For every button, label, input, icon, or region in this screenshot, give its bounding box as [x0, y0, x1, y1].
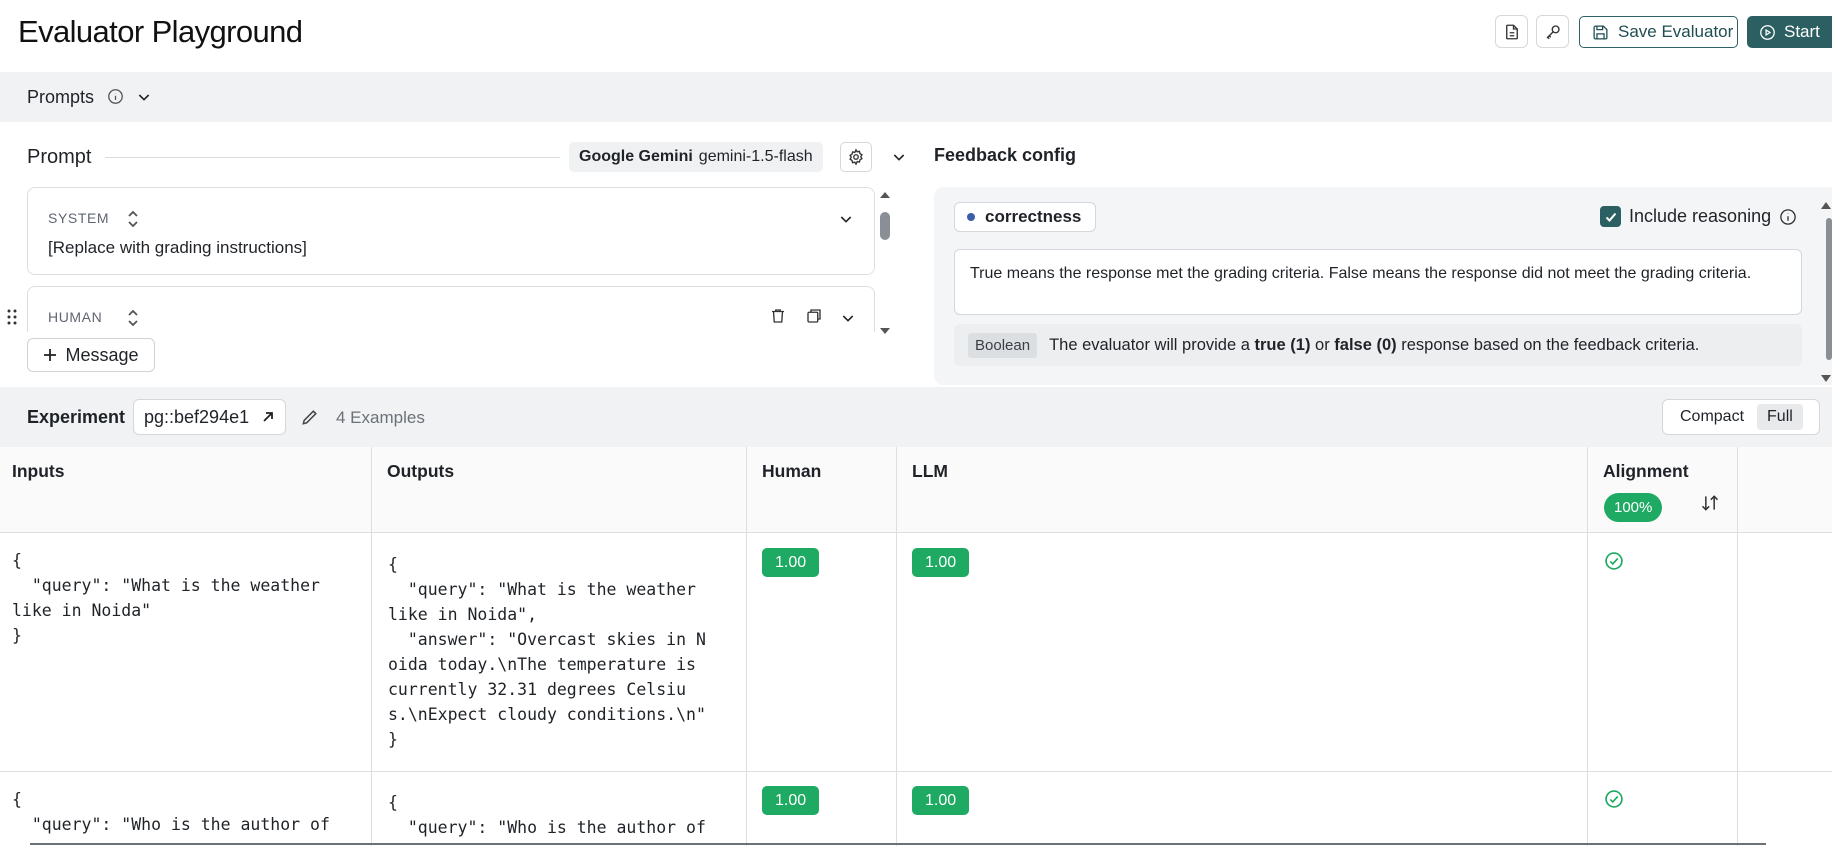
criteria-name: correctness — [985, 207, 1082, 226]
save-evaluator-label: Save Evaluator — [1618, 22, 1734, 41]
criteria-description-input[interactable]: True means the response met the grading … — [954, 249, 1802, 315]
trash-icon[interactable] — [769, 307, 787, 325]
feedback-config-title: Feedback config — [934, 145, 1077, 165]
chevron-down-icon[interactable] — [840, 310, 856, 326]
results-table: Inputs Outputs Human LLM Alignment 100% … — [0, 447, 1832, 846]
floppy-icon — [1593, 24, 1608, 40]
model-provider: Google Gemini — [579, 148, 693, 165]
column-header-outputs[interactable]: Outputs — [387, 461, 454, 482]
criteria-name-pill[interactable]: correctness — [954, 202, 1097, 232]
model-settings-button[interactable] — [840, 142, 872, 172]
copy-icon[interactable] — [805, 307, 823, 325]
feedback-config-panel: correctness Include reasoning True means… — [934, 187, 1832, 385]
experiment-name: pg::bef294e1 — [144, 406, 250, 427]
horizontal-scrollbar[interactable] — [30, 843, 1766, 845]
info-icon[interactable] — [107, 88, 124, 105]
chevron-down-icon[interactable] — [891, 149, 907, 165]
info-icon[interactable] — [1779, 208, 1797, 226]
human-score-badge[interactable]: 1.00 — [762, 786, 820, 815]
plus-icon — [44, 349, 57, 361]
prompt-section: Prompt Google Gemini gemini-1.5-flash SY… — [0, 122, 920, 387]
chevrons-up-down-icon[interactable] — [126, 208, 140, 230]
divider — [105, 157, 560, 158]
chevron-down-icon[interactable] — [838, 211, 854, 227]
start-label: Start — [1784, 22, 1820, 41]
scrollbar-thumb[interactable] — [1826, 218, 1832, 360]
column-header-human[interactable]: Human — [762, 461, 821, 482]
message-card-system[interactable]: SYSTEM [Replace with grading instruction… — [27, 187, 875, 275]
criteria-color-dot — [967, 213, 975, 221]
prompt-heading: Prompt — [27, 146, 92, 168]
check-circle-icon — [1605, 552, 1623, 570]
drag-handle-icon[interactable] — [7, 308, 17, 326]
arrow-up-right-icon — [263, 412, 274, 422]
llm-score-badge[interactable]: 1.00 — [912, 548, 970, 577]
save-evaluator-button[interactable]: Save Evaluator — [1579, 16, 1738, 48]
start-button[interactable]: Start — [1747, 16, 1832, 48]
model-selector[interactable]: Google Gemini gemini-1.5-flash — [569, 142, 823, 172]
view-toggle[interactable]: Compact Full — [1662, 399, 1820, 435]
column-header-llm[interactable]: LLM — [912, 461, 948, 482]
view-full-option[interactable]: Full — [1757, 404, 1803, 430]
experiment-link[interactable]: pg::bef294e1 — [133, 399, 287, 435]
column-llm — [897, 447, 1588, 846]
table-row-input: { "query": "What is the weather like in … — [12, 551, 320, 645]
alignment-percentage-badge: 100% — [1604, 493, 1663, 522]
message-card-human[interactable]: HUMAN — [27, 286, 875, 332]
role-label: HUMAN — [48, 309, 103, 325]
page-title: Evaluator Playground — [18, 14, 303, 49]
row-divider — [0, 771, 1832, 772]
experiment-label: Experiment — [27, 407, 126, 427]
scrollbar[interactable] — [876, 188, 894, 338]
column-header-alignment[interactable]: Alignment — [1603, 461, 1689, 482]
llm-score-badge[interactable]: 1.00 — [912, 786, 970, 815]
sort-icon[interactable] — [1700, 493, 1720, 513]
system-message-text[interactable]: [Replace with grading instructions] — [48, 238, 307, 258]
check-circle-icon — [1605, 790, 1623, 808]
human-score-badge[interactable]: 1.00 — [762, 548, 820, 577]
prompts-bar: Prompts — [0, 72, 1832, 122]
feedback-type-chip[interactable]: Boolean — [968, 332, 1038, 358]
app-header: Evaluator Playground Save Evaluator Star… — [0, 0, 1832, 72]
feedback-type-description: The evaluator will provide a true (1) or… — [1049, 335, 1700, 354]
feedback-type-row: Boolean The evaluator will provide a tru… — [954, 324, 1802, 366]
include-reasoning-label: Include reasoning — [1629, 206, 1772, 226]
add-message-button[interactable]: Message — [27, 338, 155, 372]
table-row-output: { "query": "What is the weather like in … — [388, 555, 706, 749]
include-reasoning-toggle[interactable]: Include reasoning — [1600, 206, 1797, 227]
api-key-button[interactable] — [1536, 15, 1569, 48]
docs-button[interactable] — [1495, 15, 1528, 48]
experiment-bar: Experiment pg::bef294e1 4 Examples Compa… — [0, 387, 1832, 447]
gear-icon — [849, 148, 863, 166]
document-icon — [1505, 24, 1518, 39]
model-name: gemini-1.5-flash — [698, 148, 813, 165]
scrollbar-thumb[interactable] — [880, 212, 890, 240]
chevron-down-icon[interactable] — [136, 89, 152, 105]
prompts-label: Prompts — [27, 87, 95, 107]
table-row-output: { "query": "Who is the author of — [388, 793, 706, 837]
column-header-inputs[interactable]: Inputs — [12, 461, 65, 482]
view-compact-option[interactable]: Compact — [1667, 404, 1757, 430]
check-icon — [1605, 212, 1616, 222]
play-circle-icon — [1760, 24, 1775, 40]
include-reasoning-checkbox[interactable] — [1600, 206, 1621, 227]
pencil-icon[interactable] — [300, 407, 320, 427]
table-row-input: { "query": "Who is the author of — [12, 790, 330, 834]
example-count: 4 Examples — [336, 408, 425, 427]
add-message-label: Message — [65, 344, 139, 365]
role-label: SYSTEM — [48, 210, 110, 226]
key-icon — [1546, 24, 1560, 39]
chevrons-up-down-icon[interactable] — [126, 307, 140, 329]
